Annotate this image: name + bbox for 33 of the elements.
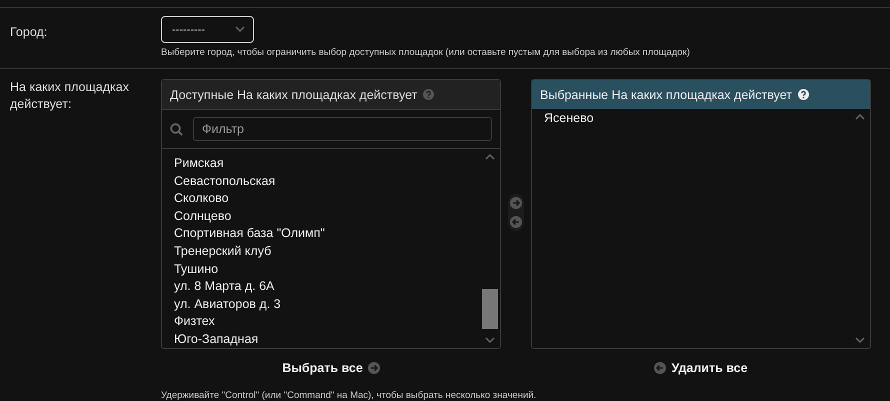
scroll-up-icon[interactable] (485, 153, 495, 160)
filter-field[interactable]: Фильтр (193, 117, 492, 141)
list-option[interactable]: Севастопольская (174, 172, 500, 190)
list-option[interactable]: Спортивная база "Олимп" (174, 225, 500, 243)
panel-title: Выбранные На каких площадках действует (540, 88, 792, 102)
arrow-right-icon (368, 362, 380, 374)
list-option[interactable]: ул. Авиаторов д. 3 (174, 296, 500, 314)
panel-title: Доступные На каких площадках действует (170, 88, 418, 102)
remove-all-button[interactable]: Удалить все (654, 361, 748, 375)
choose-all-button[interactable]: Выбрать все (282, 361, 380, 375)
scroll-up-icon[interactable] (855, 113, 865, 120)
scroll-down-icon[interactable] (855, 337, 865, 344)
scroll-down-icon[interactable] (485, 337, 495, 344)
scrollbar-thumb[interactable] (482, 289, 498, 329)
help-icon (423, 89, 434, 100)
help-text: Выберите город, чтобы ограничить выбор доступных площадок (или оставьте пустым для выбора из любых площадок) (161, 47, 690, 58)
list-option[interactable]: Сколково (174, 190, 500, 208)
help-text: Удерживайте "Control" (или "Command" на Mac), чтобы выбрать несколько значений. (161, 390, 538, 401)
field-label: Город: (9, 24, 48, 41)
list-option[interactable]: Тушино (174, 260, 500, 278)
city-select[interactable]: --------- (161, 16, 254, 43)
list-option[interactable]: Юго-Западная (174, 330, 500, 349)
field-label: На каких площадках действует: (10, 80, 129, 111)
list-option[interactable]: Солнцево (174, 208, 500, 226)
list-option[interactable]: ул. 8 Марта д. 6А (174, 278, 500, 296)
list-option[interactable]: Тренерский клуб (174, 242, 500, 261)
search-icon (170, 122, 183, 136)
list-option[interactable]: Ясенево (544, 110, 870, 128)
list-option[interactable]: Физтех (174, 313, 500, 331)
arrow-left-icon (654, 362, 666, 374)
chevron-down-icon[interactable] (235, 26, 245, 33)
list-option[interactable]: Римская (174, 155, 500, 173)
help-icon (798, 89, 809, 100)
